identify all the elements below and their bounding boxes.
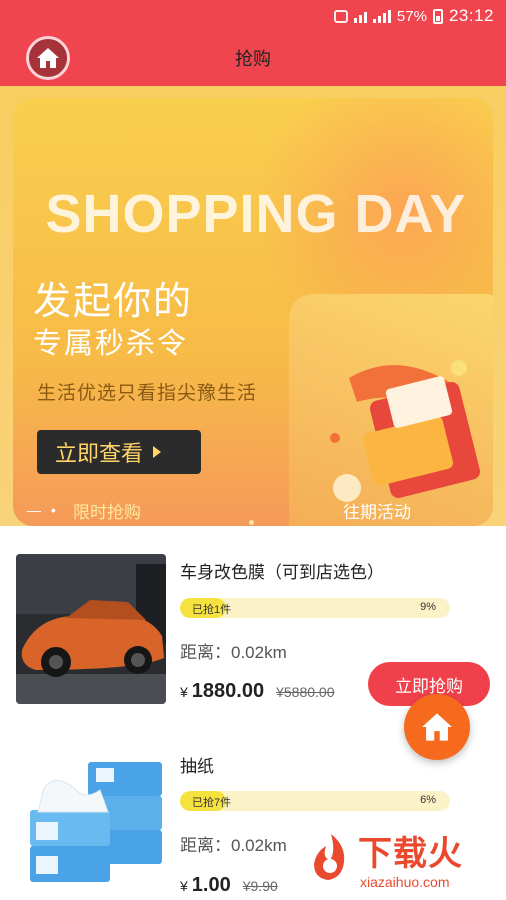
product-image[interactable] (16, 554, 166, 704)
battery-icon (432, 8, 443, 24)
notification-icon (333, 9, 348, 23)
current-price: 1880.00 (191, 680, 265, 702)
banner-subtitle: 生活优选只看指尖豫生活 (37, 383, 258, 404)
tab-past-activities[interactable]: 往期活动 (343, 498, 411, 523)
product-image[interactable] (16, 750, 166, 900)
distance: 距离：0.02km (180, 643, 287, 662)
sold-percent: 9% (420, 601, 436, 613)
product-name[interactable]: 车身改色膜（可到店选色） (180, 558, 384, 583)
watermark: 下载火 xiazaihuo.com (300, 826, 500, 898)
sold-count: 已抢1件 (192, 604, 232, 616)
original-price: ¥5880.00 (276, 684, 335, 700)
battery-percent: 57% (396, 7, 427, 25)
app-header: 57% 23:12 抢购 (0, 0, 506, 86)
banner-headline: 发起你的 (33, 281, 194, 323)
status-bar: 57% 23:12 (333, 6, 494, 26)
sold-percent: 6% (420, 794, 436, 806)
currency-symbol: ¥ (180, 878, 188, 894)
price-group: ¥ 1880.00 ¥5880.00 (180, 680, 335, 703)
view-now-label: 立即查看 (55, 441, 144, 466)
home-icon (422, 713, 452, 741)
distance: 距离：0.02km (180, 836, 287, 855)
sale-progress: 已抢1件 9% (180, 598, 450, 618)
red-envelope-icon (330, 360, 481, 502)
current-price: 1.00 (191, 874, 231, 896)
wifi-icon (353, 10, 367, 23)
price-group: ¥ 1.00 ¥9.90 (180, 874, 278, 897)
signal-icon (372, 9, 391, 23)
watermark-brand: 下载火 (358, 835, 463, 873)
tab-decoration: — • (27, 502, 59, 518)
floating-home-button[interactable] (404, 694, 470, 760)
flame-logo-icon (314, 834, 345, 880)
promo-banner[interactable]: SHOPPING DAY 发起你的 专属秒杀令 生活优选只看指尖豫生活 立即查看… (13, 98, 493, 526)
product-name[interactable]: 抽纸 (180, 752, 214, 777)
sold-count: 已抢7件 (192, 797, 232, 809)
tab-flash-sale[interactable]: 限时抢购 (73, 498, 141, 523)
clock: 23:12 (448, 6, 494, 25)
page-title: 抢购 (235, 49, 271, 69)
page-indicator-dot (249, 520, 254, 525)
original-price: ¥9.90 (242, 878, 278, 894)
view-now-button[interactable]: 立即查看 (37, 430, 201, 474)
currency-symbol: ¥ (180, 684, 188, 700)
play-arrow-icon (153, 446, 162, 458)
sale-progress: 已抢7件 6% (180, 791, 450, 811)
banner-bg-word: SHOPPING DAY (45, 184, 467, 244)
watermark-domain: xiazaihuo.com (360, 874, 450, 890)
banner-headline-2: 专属秒杀令 (33, 328, 189, 360)
